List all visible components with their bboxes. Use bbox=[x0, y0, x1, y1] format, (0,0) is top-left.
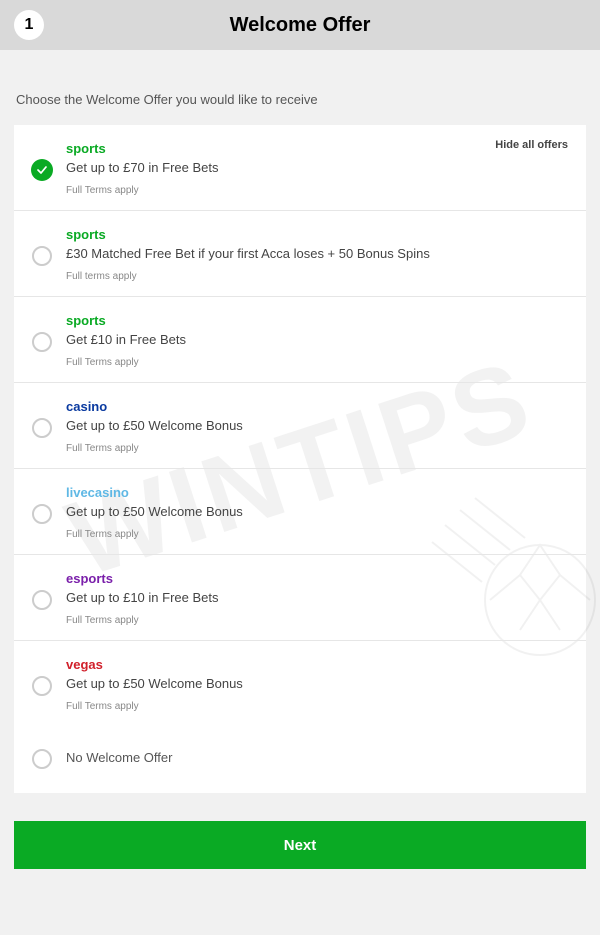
offers-list: sports Get up to £70 in Free Bets Full Ter… bbox=[14, 125, 586, 726]
radio-circle-icon bbox=[32, 590, 52, 610]
offer-description: Get up to £50 Welcome Bonus bbox=[66, 418, 568, 433]
offer-category: sports bbox=[66, 313, 568, 328]
offer-description: Get up to £10 in Free Bets bbox=[66, 590, 568, 605]
page: WINTIPS 1 Welcome Offer Choose the Welco… bbox=[0, 0, 600, 935]
offer-terms-link[interactable]: Full Terms apply bbox=[66, 185, 568, 196]
offer-category: sports bbox=[66, 141, 568, 156]
radio-none[interactable] bbox=[32, 749, 52, 769]
radio-6[interactable] bbox=[32, 676, 52, 696]
offer-row-none[interactable]: No Welcome Offer bbox=[14, 726, 586, 793]
radio-0[interactable] bbox=[32, 160, 52, 180]
offer-row-sports-2[interactable]: sports Get £10 in Free Bets Full Terms app… bbox=[14, 297, 586, 383]
offer-content: casino Get up to £50 Welcome Bonus Full Te… bbox=[52, 399, 568, 454]
offer-content: sports Get up to £70 in Free Bets Full Ter… bbox=[52, 141, 568, 196]
offer-terms-link[interactable]: Full Terms apply bbox=[66, 615, 568, 626]
step-number: 1 bbox=[25, 16, 34, 34]
step-header: 1 Welcome Offer bbox=[0, 0, 600, 50]
offer-content: livecasino Get up to £50 Welcome Bonus Ful… bbox=[52, 485, 568, 540]
radio-5[interactable] bbox=[32, 590, 52, 610]
no-offer-label: No Welcome Offer bbox=[66, 750, 568, 765]
radio-circle-icon bbox=[32, 418, 52, 438]
offer-category: sports bbox=[66, 227, 568, 242]
check-icon bbox=[31, 159, 53, 181]
offer-terms-link[interactable]: Full Terms apply bbox=[66, 701, 568, 712]
offer-terms-link[interactable]: Full Terms apply bbox=[66, 529, 568, 540]
radio-4[interactable] bbox=[32, 504, 52, 524]
offer-row-livecasino-4[interactable]: livecasino Get up to £50 Welcome Bonus Ful… bbox=[14, 469, 586, 555]
radio-circle-icon bbox=[32, 246, 52, 266]
offer-terms-link[interactable]: Full Terms apply bbox=[66, 443, 568, 454]
body: Choose the Welcome Offer you would like … bbox=[0, 50, 600, 883]
offer-terms-link[interactable]: Full terms apply bbox=[66, 271, 568, 282]
offer-content: esports Get up to £10 in Free Bets Full Te… bbox=[52, 571, 568, 626]
offer-description: £30 Matched Free Bet if your first Acca … bbox=[66, 246, 568, 261]
offer-terms-link[interactable]: Full Terms apply bbox=[66, 357, 568, 368]
offer-row-sports-1[interactable]: sports £30 Matched Free Bet if your first… bbox=[14, 211, 586, 297]
offer-category: casino bbox=[66, 399, 568, 414]
offer-description: Get up to £50 Welcome Bonus bbox=[66, 676, 568, 691]
offer-row-casino-3[interactable]: casino Get up to £50 Welcome Bonus Full Te… bbox=[14, 383, 586, 469]
offer-category: livecasino bbox=[66, 485, 568, 500]
radio-circle-icon bbox=[32, 332, 52, 352]
hide-all-offers-link[interactable]: Hide all offers bbox=[495, 139, 568, 151]
radio-1[interactable] bbox=[32, 246, 52, 266]
offer-category: vegas bbox=[66, 657, 568, 672]
instruction-text: Choose the Welcome Offer you would like … bbox=[16, 92, 586, 107]
offer-row-vegas-6[interactable]: vegas Get up to £50 Welcome Bonus Full Ter… bbox=[14, 641, 586, 726]
radio-2[interactable] bbox=[32, 332, 52, 352]
offer-row-esports-5[interactable]: esports Get up to £10 in Free Bets Full Te… bbox=[14, 555, 586, 641]
radio-circle-icon bbox=[32, 676, 52, 696]
offer-description: Get up to £70 in Free Bets bbox=[66, 160, 568, 175]
offer-description: Get £10 in Free Bets bbox=[66, 332, 568, 347]
next-button[interactable]: Next bbox=[14, 821, 586, 869]
radio-circle-icon bbox=[32, 504, 52, 524]
radio-3[interactable] bbox=[32, 418, 52, 438]
offer-category: esports bbox=[66, 571, 568, 586]
offer-content: sports Get £10 in Free Bets Full Terms app… bbox=[52, 313, 568, 368]
offer-row-sports-0[interactable]: sports Get up to £70 in Free Bets Full Ter… bbox=[14, 125, 586, 211]
next-button-label: Next bbox=[284, 837, 317, 854]
page-title: Welcome Offer bbox=[230, 14, 371, 37]
offer-description: Get up to £50 Welcome Bonus bbox=[66, 504, 568, 519]
offer-content: sports £30 Matched Free Bet if your first… bbox=[52, 227, 568, 282]
offer-content: vegas Get up to £50 Welcome Bonus Full Ter… bbox=[52, 657, 568, 712]
step-number-badge: 1 bbox=[14, 10, 44, 40]
offers-card: sports Get up to £70 in Free Bets Full Ter… bbox=[14, 125, 586, 793]
